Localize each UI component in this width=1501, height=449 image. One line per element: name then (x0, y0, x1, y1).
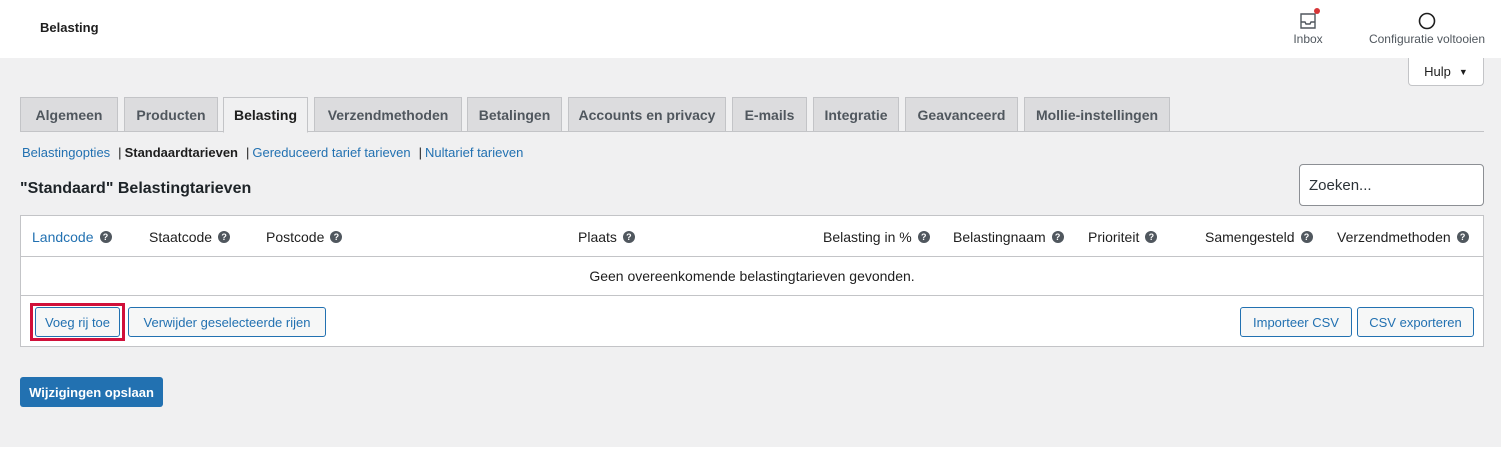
search-input[interactable] (1299, 164, 1484, 206)
tab-algemeen[interactable]: Algemeen (20, 97, 118, 132)
column-label: Plaats (578, 229, 617, 245)
column-label: Samengesteld (1205, 229, 1295, 245)
column-verzendmethoden: Verzendmethoden ? (1337, 229, 1469, 245)
subnav-standaardtarieven[interactable]: Standaardtarieven (125, 145, 238, 160)
subnav-gereduceerd[interactable]: Gereduceerd tarief tarieven (252, 145, 410, 160)
column-samengesteld: Samengesteld ? (1205, 229, 1313, 245)
setup-label: Configuratie voltooien (1368, 32, 1486, 46)
help-label: Hulp (1424, 64, 1451, 79)
column-label: Landcode (32, 229, 94, 245)
save-changes-button[interactable]: Wijzigingen opslaan (20, 377, 163, 407)
help-icon[interactable]: ? (330, 231, 343, 243)
column-prioriteit: Prioriteit ? (1088, 229, 1158, 245)
page-title: Belasting (40, 20, 99, 35)
empty-message: Geen overeenkomende belastingtarieven ge… (21, 257, 1483, 296)
add-row-button[interactable]: Voeg rij toe (35, 307, 120, 337)
inbox-label: Inbox (1293, 32, 1323, 46)
column-staatcode: Staatcode ? (149, 229, 231, 245)
help-button[interactable]: Hulp ▼ (1408, 58, 1484, 86)
subnav-separator: | (118, 145, 122, 160)
column-belastingnaam: Belastingnaam ? (953, 229, 1064, 245)
main-area: Hulp ▼ Algemeen Producten Belasting Verz… (0, 58, 1501, 447)
column-landcode[interactable]: Landcode ? (32, 229, 112, 245)
remove-rows-button[interactable]: Verwijder geselecteerde rijen (128, 307, 326, 337)
tab-emails[interactable]: E-mails (732, 97, 807, 132)
settings-tabs: Algemeen Producten Belasting Verzendmeth… (20, 97, 1484, 133)
help-icon[interactable]: ? (218, 231, 231, 243)
column-label: Belastingnaam (953, 229, 1046, 245)
help-icon[interactable]: ? (1145, 231, 1158, 243)
notification-dot (1314, 8, 1320, 14)
column-postcode: Postcode ? (266, 229, 343, 245)
tab-belasting[interactable]: Belasting (223, 97, 308, 133)
subnav-separator: | (246, 145, 250, 160)
progress-circle-icon (1418, 10, 1436, 32)
help-icon[interactable]: ? (1456, 231, 1469, 243)
tab-mollie-instellingen[interactable]: Mollie-instellingen (1024, 97, 1170, 132)
column-label: Postcode (266, 229, 325, 245)
help-icon[interactable]: ? (99, 231, 112, 243)
help-icon[interactable]: ? (917, 231, 930, 243)
help-icon[interactable]: ? (1300, 231, 1313, 243)
subnav-separator: | (418, 145, 423, 160)
column-label: Verzendmethoden (1337, 229, 1451, 245)
column-label: Belasting in % (823, 229, 912, 245)
help-icon[interactable]: ? (622, 231, 635, 243)
table-header: Landcode ? Staatcode ? Postcode ? Plaats… (21, 216, 1483, 257)
inbox-button[interactable]: Inbox (1290, 8, 1326, 46)
export-csv-button[interactable]: CSV exporteren (1357, 307, 1474, 337)
setup-button[interactable]: Configuratie voltooien (1358, 10, 1496, 46)
column-label: Prioriteit (1088, 229, 1140, 245)
import-csv-button[interactable]: Importeer CSV (1240, 307, 1352, 337)
caret-down-icon: ▼ (1458, 66, 1468, 77)
tax-rates-table: Landcode ? Staatcode ? Postcode ? Plaats… (20, 215, 1484, 347)
tab-integratie[interactable]: Integratie (813, 97, 899, 132)
column-belasting: Belasting in % ? (823, 229, 930, 245)
tab-verzendmethoden[interactable]: Verzendmethoden (314, 97, 462, 132)
help-icon[interactable]: ? (1051, 231, 1064, 243)
top-bar: Belasting Inbox Configuratie voltooien (0, 0, 1501, 58)
tab-accounts-privacy[interactable]: Accounts en privacy (568, 97, 726, 132)
section-heading: "Standaard" Belastingtarieven (20, 180, 252, 197)
column-label: Staatcode (149, 229, 213, 245)
column-plaats: Plaats ? (578, 229, 635, 245)
inbox-icon (1299, 8, 1320, 32)
subnav-nultarief[interactable]: Nultarief tarieven (425, 145, 523, 160)
tab-producten[interactable]: Producten (124, 97, 218, 132)
subnav-belastingopties[interactable]: Belastingopties (22, 145, 110, 160)
tab-geavanceerd[interactable]: Geavanceerd (905, 97, 1018, 132)
tab-betalingen[interactable]: Betalingen (467, 97, 562, 132)
tax-subnav: Belastingopties | Standaardtarieven | Ge… (22, 145, 523, 160)
